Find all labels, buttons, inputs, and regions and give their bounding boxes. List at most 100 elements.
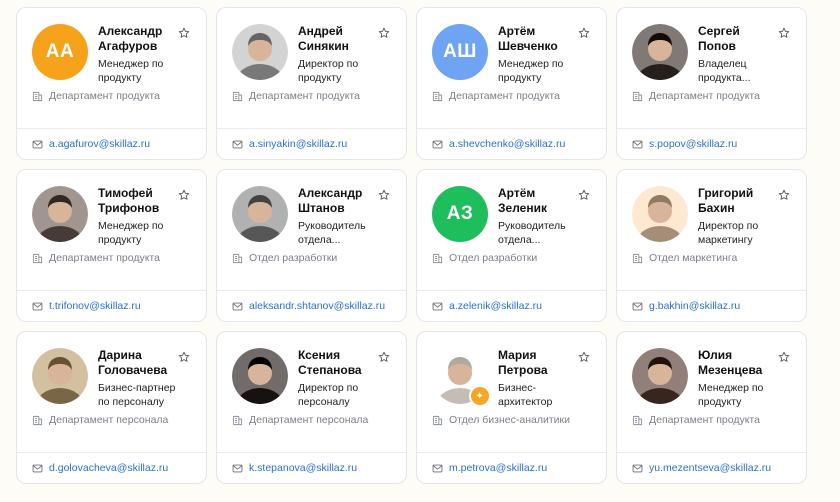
favorite-star-icon[interactable] <box>578 188 590 200</box>
avatar-photo <box>32 348 88 404</box>
building-icon <box>232 415 243 426</box>
divider <box>617 290 806 291</box>
email-text[interactable]: g.bakhin@skillaz.ru <box>649 300 740 312</box>
mail-icon <box>32 301 43 312</box>
email-text[interactable]: a.zelenik@skillaz.ru <box>449 300 542 312</box>
email-text[interactable]: m.petrova@skillaz.ru <box>449 462 547 474</box>
email-link[interactable]: t.trifonov@skillaz.ru <box>32 300 141 312</box>
employee-name[interactable]: Артём Зеленик <box>498 186 578 216</box>
divider <box>217 452 406 453</box>
favorite-star-icon[interactable] <box>178 350 190 362</box>
department: Департамент продукта <box>32 90 160 102</box>
employee-role: Руководитель отдела... <box>498 220 566 246</box>
employee-role: Директор по персоналу <box>298 382 359 408</box>
mail-icon <box>232 463 243 474</box>
employee-card[interactable]: Андрей Синякин Директор по продукту Департ… <box>216 7 407 160</box>
employee-card[interactable]: Александр Штанов Руководитель отдела... От… <box>216 169 407 322</box>
mail-icon <box>432 139 443 150</box>
mail-icon <box>232 139 243 150</box>
department-label: Отдел разработки <box>249 252 338 264</box>
employee-name[interactable]: Александр Штанов <box>298 186 378 216</box>
avatar-photo <box>232 24 288 80</box>
employee-name[interactable]: Артём Шевченко <box>498 24 578 54</box>
email-link[interactable]: a.shevchenko@skillaz.ru <box>432 138 565 150</box>
email-link[interactable]: d.golovacheva@skillaz.ru <box>32 462 168 474</box>
employee-role: Директор по продукту <box>298 58 359 84</box>
email-link[interactable]: a.sinyakin@skillaz.ru <box>232 138 347 150</box>
employee-name[interactable]: Григорий Бахин <box>698 186 778 216</box>
divider <box>17 290 206 291</box>
favorite-star-icon[interactable] <box>378 26 390 38</box>
status-badge: ✦ <box>469 385 491 407</box>
employee-name[interactable]: Александр Агафуров <box>98 24 178 54</box>
divider <box>417 128 606 129</box>
employee-card[interactable]: Сергей Попов Владелец продукта... Департам… <box>616 7 807 160</box>
divider <box>417 452 606 453</box>
employee-name[interactable]: Ксения Степанова <box>298 348 378 378</box>
building-icon <box>32 253 43 264</box>
divider <box>617 128 806 129</box>
email-text[interactable]: yu.mezentseva@skillaz.ru <box>649 462 771 474</box>
favorite-star-icon[interactable] <box>178 188 190 200</box>
avatar-photo <box>232 348 288 404</box>
mail-icon <box>32 463 43 474</box>
department: Отдел бизнес-аналитики <box>432 414 570 426</box>
employee-role: Директор по маркетингу <box>698 220 759 246</box>
email-text[interactable]: a.shevchenko@skillaz.ru <box>449 138 565 150</box>
department-label: Департамент персонала <box>249 414 369 426</box>
email-text[interactable]: d.golovacheva@skillaz.ru <box>49 462 168 474</box>
employee-card[interactable]: Ксения Степанова Директор по персоналу Деп… <box>216 331 407 484</box>
email-text[interactable]: aleksandr.shtanov@skillaz.ru <box>249 300 385 312</box>
favorite-star-icon[interactable] <box>778 350 790 362</box>
employee-name[interactable]: Андрей Синякин <box>298 24 378 54</box>
building-icon <box>632 91 643 102</box>
employee-card[interactable]: АШ Артём Шевченко Менеджер по продукту Депа… <box>416 7 607 160</box>
email-text[interactable]: a.agafurov@skillaz.ru <box>49 138 150 150</box>
employee-card[interactable]: Тимофей Трифонов Менеджер по продукту Депа… <box>16 169 207 322</box>
email-text[interactable]: s.popov@skillaz.ru <box>649 138 737 150</box>
employee-name[interactable]: Юлия Мезенцева <box>698 348 778 378</box>
email-link[interactable]: a.agafurov@skillaz.ru <box>32 138 150 150</box>
avatar-photo <box>632 24 688 80</box>
email-link[interactable]: aleksandr.shtanov@skillaz.ru <box>232 300 385 312</box>
employee-card[interactable]: ✦ Мария Петрова Бизнес-архитектор Отдел биз… <box>416 331 607 484</box>
mail-icon <box>632 463 643 474</box>
employee-card[interactable]: Дарина Головачева Бизнес-партнер по персо… <box>16 331 207 484</box>
email-link[interactable]: m.petrova@skillaz.ru <box>432 462 547 474</box>
favorite-star-icon[interactable] <box>778 26 790 38</box>
employee-card[interactable]: АА Александр Агафуров Менеджер по продукту… <box>16 7 207 160</box>
employee-name[interactable]: Дарина Головачева <box>98 348 178 378</box>
email-link[interactable]: yu.mezentseva@skillaz.ru <box>632 462 771 474</box>
employee-card[interactable]: Григорий Бахин Директор по маркетингу Отде… <box>616 169 807 322</box>
building-icon <box>432 253 443 264</box>
employee-name[interactable]: Тимофей Трифонов <box>98 186 178 216</box>
mail-icon <box>432 301 443 312</box>
department: Отдел маркетинга <box>632 252 737 264</box>
employee-name[interactable]: Мария Петрова <box>498 348 578 378</box>
department: Департамент персонала <box>32 414 168 426</box>
department: Отдел разработки <box>432 252 537 264</box>
email-link[interactable]: a.zelenik@skillaz.ru <box>432 300 542 312</box>
avatar-initials: АЗ <box>432 186 488 242</box>
email-text[interactable]: t.trifonov@skillaz.ru <box>49 300 141 312</box>
employee-card[interactable]: Юлия Мезенцева Менеджер по продукту Департ… <box>616 331 807 484</box>
favorite-star-icon[interactable] <box>178 26 190 38</box>
department: Департамент продукта <box>632 90 760 102</box>
favorite-star-icon[interactable] <box>578 350 590 362</box>
email-text[interactable]: a.sinyakin@skillaz.ru <box>249 138 347 150</box>
favorite-star-icon[interactable] <box>578 26 590 38</box>
avatar-photo <box>32 186 88 242</box>
employee-card[interactable]: АЗ Артём Зеленик Руководитель отдела... Отд… <box>416 169 607 322</box>
favorite-star-icon[interactable] <box>378 350 390 362</box>
email-link[interactable]: k.stepanova@skillaz.ru <box>232 462 357 474</box>
mail-icon <box>432 463 443 474</box>
favorite-star-icon[interactable] <box>778 188 790 200</box>
favorite-star-icon[interactable] <box>378 188 390 200</box>
employee-role: Бизнес-партнер по персоналу <box>98 382 176 408</box>
email-link[interactable]: g.bakhin@skillaz.ru <box>632 300 740 312</box>
building-icon <box>232 91 243 102</box>
divider <box>217 290 406 291</box>
employee-name[interactable]: Сергей Попов <box>698 24 778 54</box>
email-link[interactable]: s.popov@skillaz.ru <box>632 138 737 150</box>
email-text[interactable]: k.stepanova@skillaz.ru <box>249 462 357 474</box>
